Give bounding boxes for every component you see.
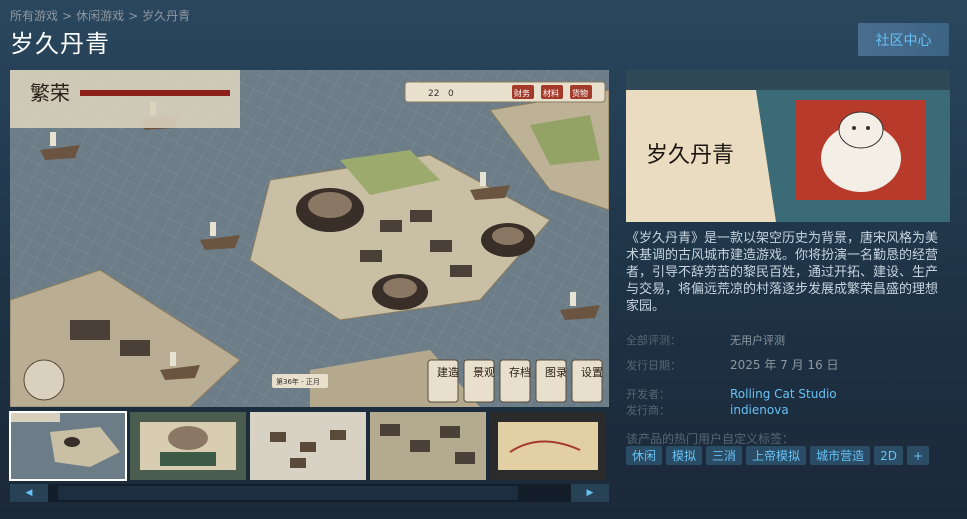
svg-text:图录: 图录 <box>545 366 567 379</box>
svg-text:22: 22 <box>428 89 439 99</box>
svg-text:材料: 材料 <box>543 88 559 98</box>
breadcrumb-all-games[interactable]: 所有游戏 <box>10 9 58 23</box>
tags-label: 该产品的热门用户自定义标签： <box>626 432 795 446</box>
svg-text:景观: 景观 <box>473 366 495 379</box>
tag-item[interactable]: 模拟 <box>666 446 703 465</box>
thumbnail-strip <box>9 411 609 482</box>
reviews-row: 全部评测： 无用户评测 <box>626 334 785 347</box>
breadcrumb-casual[interactable]: 休闲游戏 <box>76 9 124 23</box>
game-description: 《岁久丹青》是一款以架空历史为背景，唐宋风格为美术基调的古风城市建造游戏。你将扮… <box>626 231 939 314</box>
svg-text:建造: 建造 <box>437 365 459 379</box>
scroll-right-button[interactable]: ▶ <box>571 484 609 502</box>
svg-text:货物: 货物 <box>572 88 588 98</box>
breadcrumb-separator: > <box>62 9 73 23</box>
hud-logo: 繁荣 <box>30 81 70 105</box>
thumbnail-scrollbar[interactable]: ◀ ▶ <box>10 484 609 502</box>
developer-link[interactable]: Rolling Cat Studio <box>730 387 837 401</box>
breadcrumb-separator: > <box>128 9 139 23</box>
tag-more-button[interactable]: + <box>906 446 930 465</box>
tag-item[interactable]: 上帝模拟 <box>746 446 807 465</box>
thumbnail-3[interactable] <box>250 412 366 480</box>
release-date-value: 2025 年 7 月 16 日 <box>730 358 839 372</box>
page-title: 岁久丹青 <box>10 30 110 58</box>
tag-item[interactable]: 2D <box>874 446 903 465</box>
main-screenshot[interactable]: 繁荣 22 0 财务 材料 货物 第36年 - 正月 建造 景观 存档 图录 设… <box>10 70 609 407</box>
scroll-left-button[interactable]: ◀ <box>10 484 48 502</box>
breadcrumb-current[interactable]: 岁久丹青 <box>142 9 190 23</box>
publisher-row: 发行商： indienova <box>626 403 789 417</box>
thumbnail-4[interactable] <box>370 412 486 480</box>
breadcrumb: 所有游戏 > 休闲游戏 > 岁久丹青 <box>10 7 190 24</box>
svg-text:0: 0 <box>448 89 454 99</box>
thumbnail-5[interactable] <box>490 412 606 480</box>
tag-list: 休闲 模拟 三消 上帝模拟 城市营造 2D + <box>626 446 930 465</box>
publisher-link[interactable]: indienova <box>730 403 789 417</box>
tag-item[interactable]: 城市营造 <box>810 446 871 465</box>
tag-item[interactable]: 三消 <box>706 446 743 465</box>
tag-item[interactable]: 休闲 <box>626 446 663 465</box>
thumbnail-2[interactable] <box>130 412 246 480</box>
thumbnail-1[interactable] <box>9 411 127 481</box>
svg-text:第36年 - 正月: 第36年 - 正月 <box>276 377 320 386</box>
reviews-value: 无用户评测 <box>730 334 785 347</box>
svg-text:存档: 存档 <box>509 365 531 379</box>
svg-text:设置: 设置 <box>581 366 603 379</box>
game-scene-image: 繁荣 22 0 财务 材料 货物 第36年 - 正月 建造 景观 存档 图录 设… <box>10 70 609 407</box>
svg-text:财务: 财务 <box>514 88 530 98</box>
developer-row: 开发者： Rolling Cat Studio <box>626 387 837 401</box>
header-capsule-image: 岁久丹青 <box>626 70 950 222</box>
scroll-thumb[interactable] <box>58 486 518 500</box>
capsule-logo: 岁久丹青 <box>646 143 734 168</box>
release-date-row: 发行日期： 2025 年 7 月 16 日 <box>626 358 839 372</box>
community-hub-button[interactable]: 社区中心 <box>858 23 949 56</box>
